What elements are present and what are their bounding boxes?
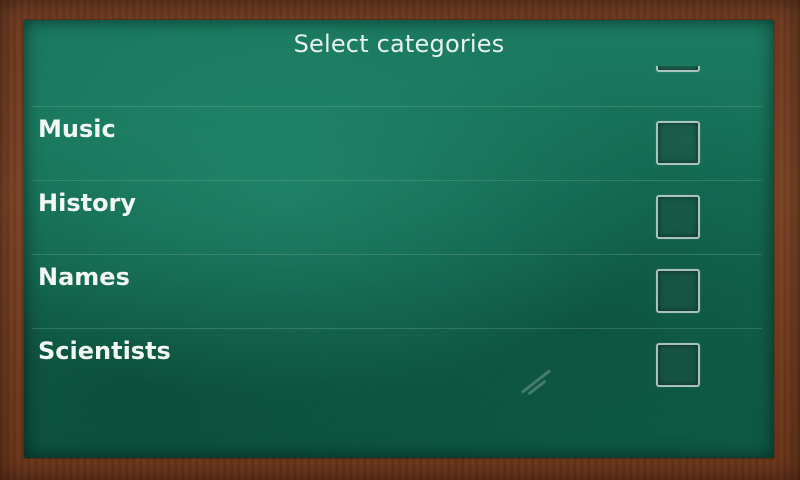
category-list[interactable]: Music History Names Scientists [24, 66, 774, 458]
category-checkbox-partial[interactable] [656, 66, 700, 72]
category-label-scientists: Scientists [38, 337, 171, 365]
list-item-partial[interactable] [32, 66, 762, 106]
category-label-names: Names [38, 263, 130, 291]
list-item-history[interactable]: History [32, 180, 762, 254]
list-item-names[interactable]: Names [32, 254, 762, 328]
category-checkbox-music[interactable] [656, 121, 700, 165]
category-label-music: Music [38, 115, 116, 143]
category-label-history: History [38, 189, 137, 217]
category-checkbox-names[interactable] [656, 269, 700, 313]
category-checkbox-history[interactable] [656, 195, 700, 239]
chalkboard-panel: Select categories Music History Names Sc… [24, 20, 774, 458]
wooden-frame: Select categories Music History Names Sc… [0, 0, 800, 480]
list-item-music[interactable]: Music [32, 106, 762, 180]
list-item-scientists[interactable]: Scientists [32, 328, 762, 402]
category-checkbox-scientists[interactable] [656, 343, 700, 387]
dialog-title: Select categories [293, 30, 505, 58]
